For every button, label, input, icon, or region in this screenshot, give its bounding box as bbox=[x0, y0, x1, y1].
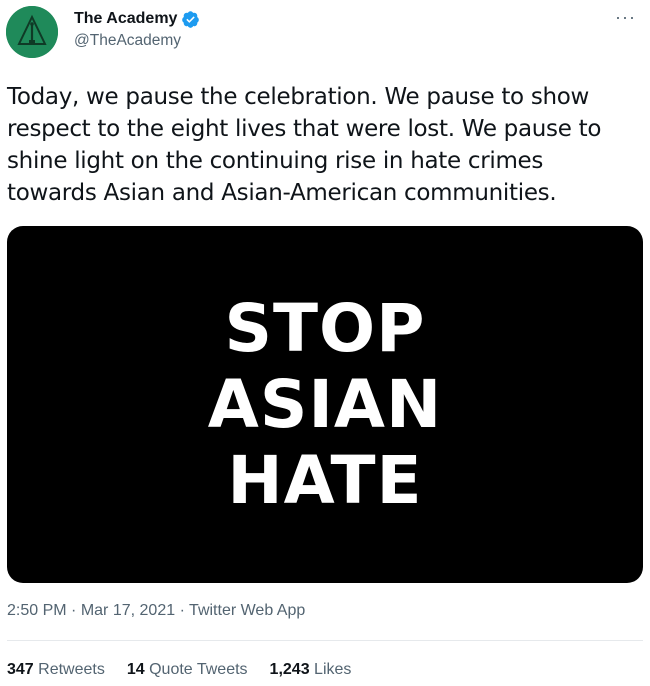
media-text-line: HATE bbox=[227, 441, 423, 519]
tweet-source[interactable]: Twitter Web App bbox=[189, 602, 305, 619]
retweets-count: 347 bbox=[7, 661, 34, 678]
tweet-text-line: respect to the eight lives that were los… bbox=[7, 116, 602, 142]
more-options-icon[interactable]: ··· bbox=[615, 8, 636, 26]
tweet-text-line: shine light on the continuing rise in ha… bbox=[7, 148, 544, 174]
tweet-date[interactable]: Mar 17, 2021 bbox=[81, 602, 175, 619]
likes-stat[interactable]: 1,243 Likes bbox=[270, 661, 352, 679]
tweet-stats: 347 Retweets 14 Quote Tweets 1,243 Likes bbox=[7, 661, 373, 679]
verified-badge-icon bbox=[181, 10, 200, 29]
divider bbox=[7, 640, 643, 641]
tweet-text-line: Today, we pause the celebration. We paus… bbox=[7, 84, 590, 110]
meta-separator: · bbox=[71, 602, 77, 619]
likes-label: Likes bbox=[314, 661, 352, 678]
media-text-line: STOP bbox=[224, 289, 426, 367]
user-handle[interactable]: @TheAcademy bbox=[74, 32, 200, 50]
quote-tweets-label: Quote Tweets bbox=[149, 661, 248, 678]
profile-avatar[interactable] bbox=[6, 6, 58, 58]
display-name[interactable]: The Academy bbox=[74, 10, 177, 28]
tweet-media-image[interactable]: STOP ASIAN HATE bbox=[7, 226, 643, 583]
tweet-header: The Academy @TheAcademy ··· bbox=[0, 0, 650, 62]
tweet-text-line: towards Asian and Asian-American communi… bbox=[7, 180, 557, 206]
retweets-stat[interactable]: 347 Retweets bbox=[7, 661, 105, 679]
quote-tweets-count: 14 bbox=[126, 661, 145, 678]
academy-logo-icon bbox=[6, 6, 58, 58]
quote-tweets-stat[interactable]: 14 Quote Tweets bbox=[127, 661, 248, 679]
meta-separator: · bbox=[179, 602, 185, 619]
display-name-row: The Academy bbox=[74, 8, 200, 30]
media-text-line: ASIAN bbox=[207, 365, 443, 443]
tweet-metadata: 2:50 PM · Mar 17, 2021 · Twitter Web App bbox=[7, 602, 305, 620]
author-names: The Academy @TheAcademy bbox=[74, 8, 200, 50]
retweets-label: Retweets bbox=[38, 661, 105, 678]
tweet-time[interactable]: 2:50 PM bbox=[7, 602, 67, 619]
tweet-text: Today, we pause the celebration. We paus… bbox=[7, 81, 637, 209]
likes-count: 1,243 bbox=[269, 661, 310, 678]
